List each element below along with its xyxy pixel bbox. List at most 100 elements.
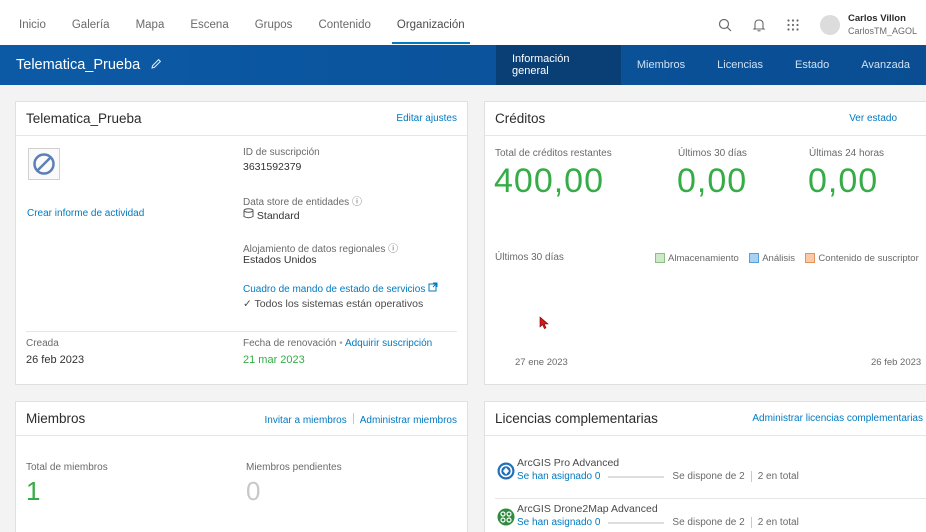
legend-almacenamiento[interactable]: Almacenamiento <box>655 253 739 264</box>
tab-avanzada[interactable]: Avanzada <box>845 45 926 85</box>
legend-contenido-suscriptor[interactable]: Contenido de suscriptor <box>805 253 919 264</box>
user-id: CarlosTM_AGOL <box>848 26 918 36</box>
info-icon[interactable]: ⓘ <box>352 197 362 208</box>
arcgis-pro-icon <box>497 462 515 485</box>
total-count: 2 en total <box>757 517 799 529</box>
created-label: Creada <box>26 338 59 349</box>
org-tabs: Información general Miembros Licencias E… <box>496 45 926 85</box>
last24-label: Últimas 24 horas <box>809 148 885 159</box>
license-name: ArcGIS Pro Advanced <box>517 457 620 469</box>
assigned-count-link[interactable]: Se han asignado 0 <box>517 517 600 528</box>
legend-swatch-analysis <box>749 253 760 263</box>
manage-addon-licenses-link[interactable]: Administrar licencias complementarias <box>752 413 923 424</box>
activity-report-link[interactable]: Crear informe de actividad <box>27 208 144 219</box>
nav-contenido[interactable]: Contenido <box>305 0 383 50</box>
org-card-title: Telematica_Prueba <box>26 111 142 126</box>
license-item: ArcGIS Pro Advanced Se han asignado 0 Se … <box>495 457 926 489</box>
main-content: Telematica_Prueba Editar ajustes Crear i… <box>0 85 926 532</box>
count-separator <box>750 517 752 528</box>
available-count: Se dispone de 2 <box>672 517 745 529</box>
user-name: Carlos Villon <box>848 13 906 24</box>
avatar[interactable] <box>820 15 840 35</box>
nav-galeria[interactable]: Galería <box>59 0 123 50</box>
renewal-row: Fecha de renovación • Adquirir suscripci… <box>243 338 433 349</box>
info-icon[interactable]: ⓘ <box>388 244 398 255</box>
license-counts: Se han asignado 0 Se dispone de 2 2 en tot… <box>517 517 799 528</box>
manage-members-link[interactable]: Administrar miembros <box>360 415 457 426</box>
last30-label: Últimos 30 días <box>678 148 747 159</box>
datastore-value-text: Standard <box>256 210 300 222</box>
credits-card-header: Créditos Ver estado <box>485 102 926 136</box>
service-dashboard-link-text: Cuadro de mando de estado de servicios <box>243 284 426 295</box>
datastore-value: Standard <box>243 208 300 222</box>
external-link-icon <box>428 282 438 295</box>
systems-status-text: Todos los sistemas están operativos <box>254 298 424 310</box>
assignment-progress-bar <box>608 475 665 478</box>
addon-card-header: Licencias complementarias Administrar li… <box>485 402 926 436</box>
assignment-progress-bar <box>608 521 665 524</box>
tab-miembros[interactable]: Miembros <box>621 45 701 85</box>
license-item: ArcGIS Drone2Map Advanced Se han asignad… <box>495 503 926 532</box>
systems-status: ✓ Todos los sistemas están operativos <box>243 298 423 310</box>
nav-right: Carlos Villon CarlosTM_AGOL <box>708 0 926 50</box>
total-count: 2 en total <box>757 471 799 483</box>
addon-licenses-card: Licencias complementarias Administrar li… <box>484 401 926 532</box>
org-info-card: Telematica_Prueba Editar ajustes Crear i… <box>15 101 468 385</box>
members-card-header: Miembros Invitar a miembros Administrar m… <box>16 402 467 436</box>
total-members-label: Total de miembros <box>26 462 108 473</box>
datastore-label-text: Data store de entidades <box>243 197 350 208</box>
nav-escena[interactable]: Escena <box>177 0 241 50</box>
created-value: 26 feb 2023 <box>26 354 85 366</box>
renewal-label: Fecha de renovación <box>243 338 337 349</box>
hosting-label: Alojamiento de datos regionales ⓘ <box>243 240 398 255</box>
tab-estado[interactable]: Estado <box>779 45 845 85</box>
org-card-header: Telematica_Prueba Editar ajustes <box>16 102 467 136</box>
credits-card-title: Créditos <box>495 111 546 126</box>
org-banner: Telematica_Prueba Información general Mi… <box>0 45 926 85</box>
card-divider <box>26 331 457 332</box>
pending-members-label: Miembros pendientes <box>246 462 342 473</box>
bell-icon[interactable] <box>742 0 776 50</box>
tab-informacion-general[interactable]: Información general <box>496 45 621 85</box>
subscription-id-value: 3631592379 <box>243 161 302 173</box>
database-icon <box>243 208 254 222</box>
nav-organizacion[interactable]: Organización <box>384 0 478 50</box>
search-icon[interactable] <box>708 0 742 50</box>
app-launcher-icon[interactable] <box>776 0 810 50</box>
nav-mapa[interactable]: Mapa <box>123 0 178 50</box>
no-thumbnail-icon <box>28 148 60 180</box>
credits-card: Créditos Ver estado Total de créditos re… <box>484 101 926 385</box>
acquire-subscription-link[interactable]: Adquirir suscripción <box>345 338 432 349</box>
chart-legend: Almacenamiento Análisis Contenido de sus… <box>649 250 919 268</box>
last30-value: 0,00 <box>677 162 748 200</box>
license-counts: Se han asignado 0 Se dispone de 2 2 en tot… <box>517 471 799 482</box>
link-separator <box>352 412 354 424</box>
nav-grupos[interactable]: Grupos <box>242 0 306 50</box>
remaining-value: 400,00 <box>494 162 604 200</box>
tab-licencias[interactable]: Licencias <box>701 45 779 85</box>
legend-swatch-storage <box>655 253 665 263</box>
edit-settings-link[interactable]: Editar ajustes <box>396 113 457 124</box>
invite-members-link[interactable]: Invitar a miembros <box>265 415 347 426</box>
addon-card-title: Licencias complementarias <box>495 411 658 426</box>
license-name: ArcGIS Drone2Map Advanced <box>517 503 658 515</box>
nav-links: Inicio Galería Mapa Escena Grupos Conten… <box>0 0 478 50</box>
pencil-icon[interactable] <box>150 58 162 73</box>
view-status-link[interactable]: Ver estado <box>849 113 897 124</box>
hosting-value: Estados Unidos <box>243 254 317 266</box>
subscription-id-label: ID de suscripción <box>243 147 320 158</box>
assigned-count-link[interactable]: Se han asignado 0 <box>517 471 600 482</box>
renewal-value: 21 mar 2023 <box>243 354 305 366</box>
total-members-value: 1 <box>26 476 41 506</box>
legend-storage-text: Almacenamiento <box>668 252 739 264</box>
legend-swatch-subscriber <box>805 253 816 263</box>
legend-analisis[interactable]: Análisis <box>749 253 795 264</box>
mouse-cursor-icon <box>539 316 551 335</box>
datastore-label: Data store de entidades ⓘ <box>243 193 362 208</box>
remaining-label: Total de créditos restantes <box>495 148 612 159</box>
service-dashboard-link[interactable]: Cuadro de mando de estado de servicios <box>243 282 438 295</box>
nav-inicio[interactable]: Inicio <box>6 0 59 50</box>
user-menu[interactable]: Carlos Villon CarlosTM_AGOL <box>848 13 926 37</box>
last24-value: 0,00 <box>808 162 879 200</box>
chart-end-date: 26 feb 2023 <box>871 357 922 368</box>
